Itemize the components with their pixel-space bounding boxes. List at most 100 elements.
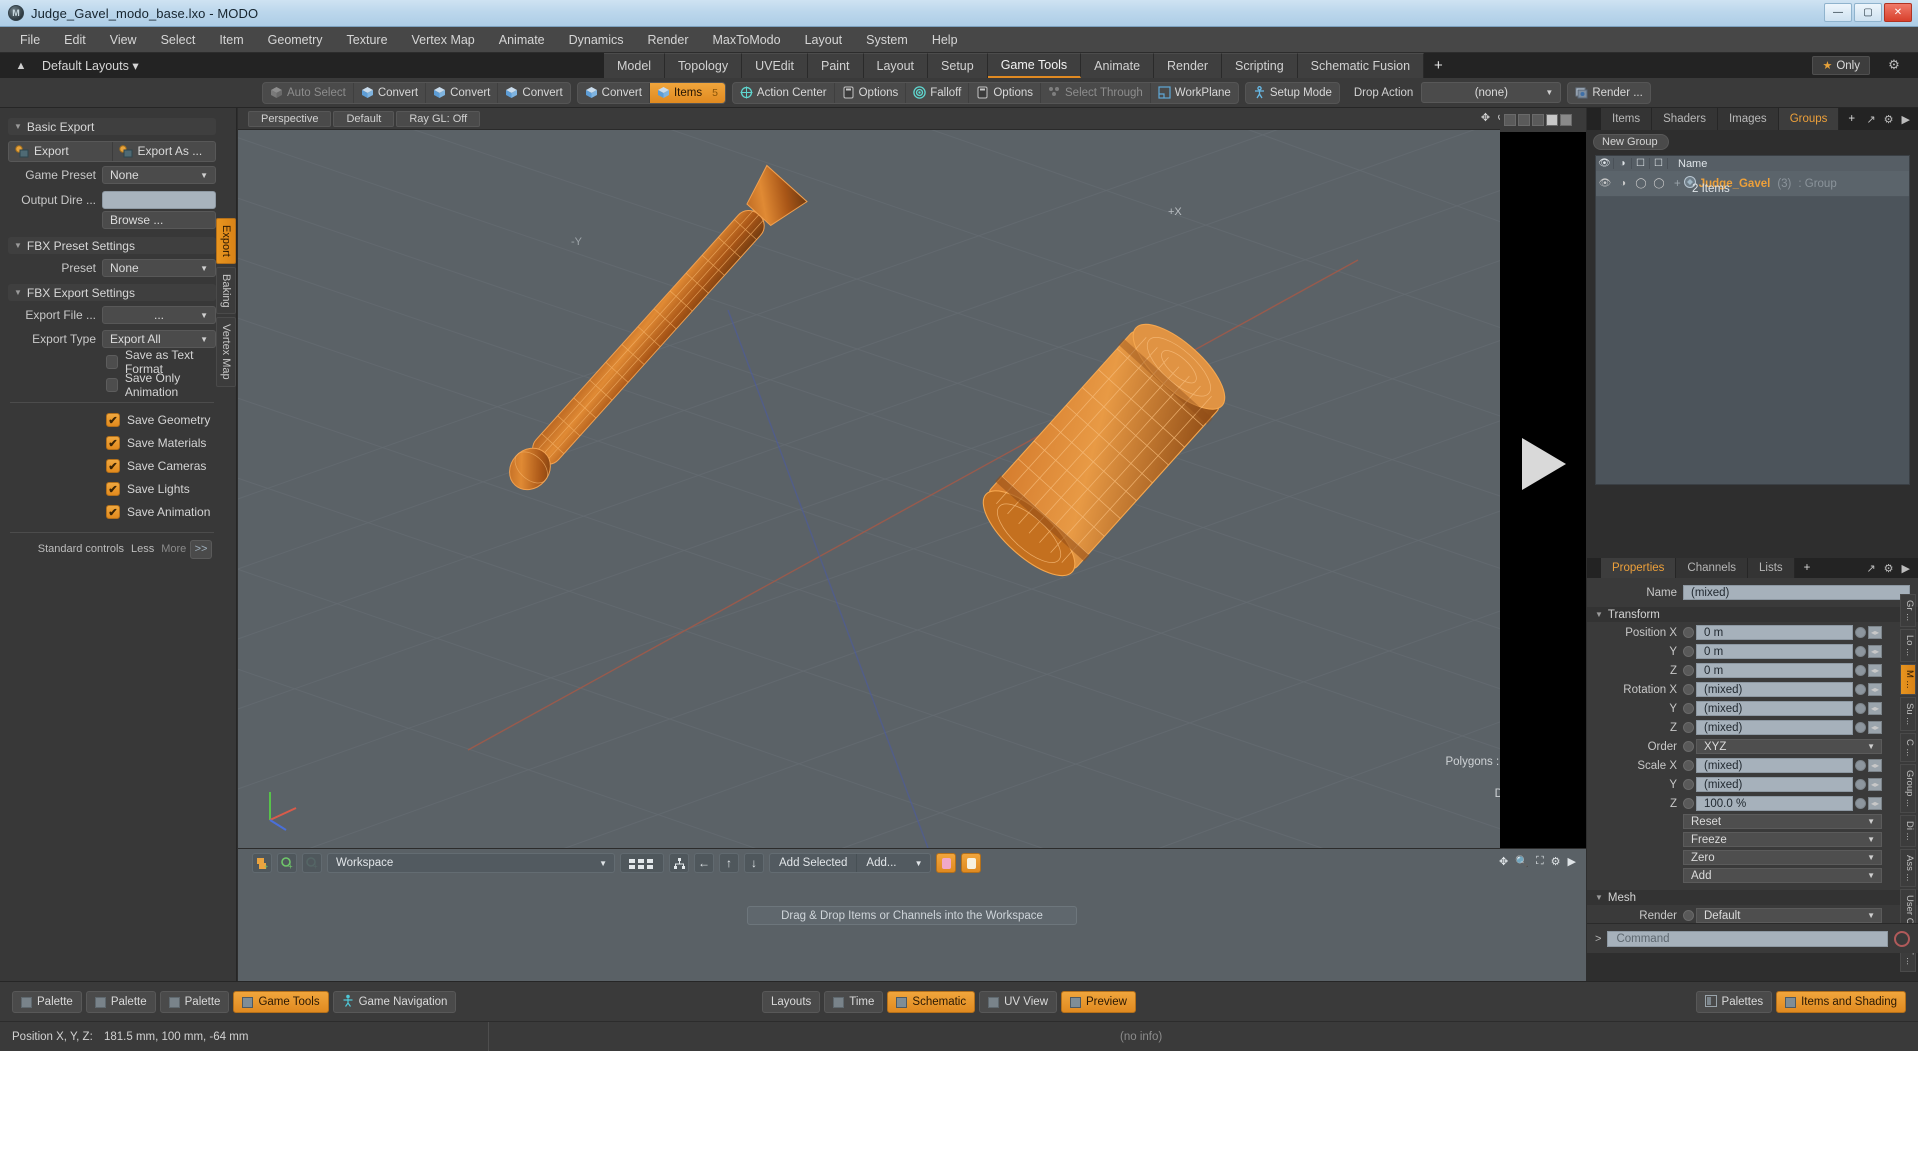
tab-shaders[interactable]: Shaders xyxy=(1652,108,1718,130)
toolbar-options-button[interactable]: Options xyxy=(969,83,1041,103)
game-preset-dropdown[interactable]: None ▼ xyxy=(102,166,216,184)
property-vtab-7[interactable]: Ass ... xyxy=(1900,849,1916,887)
tab-lists[interactable]: Lists xyxy=(1748,558,1795,578)
up-arrow-icon[interactable]: ↑ xyxy=(719,853,739,873)
browse-button[interactable]: Browse ... xyxy=(102,211,216,229)
tab-channels[interactable]: Channels xyxy=(1676,558,1748,578)
move-icon[interactable]: ✥ xyxy=(1481,111,1490,124)
bottom-button-palettes[interactable]: Palettes xyxy=(1696,991,1773,1013)
mini-dial-icon[interactable] xyxy=(1855,627,1866,638)
add-tab-button[interactable]: + xyxy=(1839,108,1864,130)
menu-item-texture[interactable]: Texture xyxy=(335,30,400,50)
gear-icon[interactable]: ⚙ xyxy=(1551,855,1561,868)
menu-item-file[interactable]: File xyxy=(8,30,52,50)
render-button[interactable]: Render ... xyxy=(1568,83,1650,103)
mini-dial-icon[interactable] xyxy=(1855,760,1866,771)
toolbar-convert-button[interactable]: Convert xyxy=(498,83,569,103)
render-icon[interactable]: ◑ xyxy=(1614,158,1632,169)
tab-model[interactable]: Model xyxy=(604,53,665,78)
3d-viewport[interactable]: PerspectiveDefaultRay GL: Off ✥ ↺ 🔍 ⛶ ⚙ … xyxy=(238,108,1586,848)
vtab-baking[interactable]: Baking xyxy=(216,267,236,315)
tab-properties[interactable]: Properties xyxy=(1601,558,1676,578)
expand-icon[interactable]: ↗ xyxy=(1866,113,1875,126)
bottom-button-game-tools[interactable]: Game Tools xyxy=(233,991,328,1013)
row-render-icon[interactable]: ◑ xyxy=(1614,178,1632,189)
channel-dot-icon[interactable] xyxy=(1683,627,1694,638)
checkbox-icon[interactable]: ✔ xyxy=(106,459,120,473)
groups-tree[interactable]: 👁 ◑ ☐ ☐ Name 👁 ◑ ◯ ◯ + Judge_Gavel (3) xyxy=(1595,155,1910,485)
checkbox-row[interactable]: Save as Text Format xyxy=(8,352,216,372)
bottom-button-palette[interactable]: Palette xyxy=(160,991,230,1013)
only-toggle[interactable]: ★ Only xyxy=(1812,56,1870,75)
property-vtab-2[interactable]: M ... xyxy=(1900,664,1916,694)
viewport-tag-ray-gl-off[interactable]: Ray GL: Off xyxy=(396,111,480,127)
fit-icon[interactable]: ⛶ xyxy=(1536,855,1544,868)
spinner-icon[interactable]: ◂▸ xyxy=(1868,721,1882,734)
preview-swatch-icon[interactable] xyxy=(1560,114,1572,126)
action-dropdown-freeze[interactable]: Freeze▼ xyxy=(1683,832,1882,847)
checkbox-icon[interactable]: ✔ xyxy=(106,413,120,427)
channel-dot-icon[interactable] xyxy=(1683,779,1694,790)
chevron-icon[interactable]: ▶ xyxy=(1902,562,1910,575)
add-tab-button[interactable]: + xyxy=(1795,558,1820,578)
new-group-button[interactable]: New Group xyxy=(1593,134,1669,150)
expand-button[interactable]: >> xyxy=(190,540,212,559)
menu-item-select[interactable]: Select xyxy=(149,30,208,50)
property-input[interactable]: 0 m xyxy=(1696,625,1853,640)
bottom-button-layouts[interactable]: Layouts xyxy=(762,991,820,1013)
checkbox-row[interactable]: Save Only Animation xyxy=(8,375,216,395)
channel-dot-icon[interactable] xyxy=(1683,798,1694,809)
action-dropdown-zero[interactable]: Zero▼ xyxy=(1683,850,1882,865)
grid-view-icon[interactable] xyxy=(620,853,664,873)
property-input[interactable]: (mixed) xyxy=(1696,682,1853,697)
minimize-button[interactable]: — xyxy=(1824,3,1852,22)
checkbox-icon[interactable]: ✔ xyxy=(106,436,120,450)
menu-item-geometry[interactable]: Geometry xyxy=(256,30,335,50)
fbx-export-header[interactable]: ▼ FBX Export Settings xyxy=(8,284,216,301)
tab-uvedit[interactable]: UVEdit xyxy=(742,53,808,78)
maximize-button[interactable]: ▢ xyxy=(1854,3,1882,22)
gear-icon[interactable]: ⚙ xyxy=(1884,113,1894,126)
channel-dot-icon[interactable] xyxy=(1683,665,1694,676)
checkbox-row[interactable]: ✔Save Geometry xyxy=(8,410,216,430)
tab-groups[interactable]: Groups xyxy=(1779,108,1840,130)
back-arrow-icon[interactable]: ← xyxy=(694,853,714,873)
channel-dot-icon[interactable] xyxy=(1683,722,1694,733)
shade-icon[interactable]: ☐ xyxy=(1632,158,1650,169)
bottom-button-palette[interactable]: Palette xyxy=(12,991,82,1013)
chevron-icon[interactable]: ▶ xyxy=(1568,855,1576,868)
eye-icon[interactable]: 👁 xyxy=(1596,158,1614,169)
expander-icon[interactable]: + xyxy=(1674,178,1681,190)
preview-swatch-icon[interactable] xyxy=(1546,114,1558,126)
property-vtab-5[interactable]: Group ... xyxy=(1900,764,1916,813)
output-dir-input[interactable] xyxy=(102,191,216,209)
tab-scripting[interactable]: Scripting xyxy=(1222,53,1298,78)
tab-layout[interactable]: Layout xyxy=(864,53,929,78)
menu-item-vertex-map[interactable]: Vertex Map xyxy=(400,30,487,50)
add-channel-icon-2[interactable]: + xyxy=(302,853,322,873)
export-file-dropdown[interactable]: ... ▼ xyxy=(102,306,216,324)
channel-dot-icon[interactable] xyxy=(1683,646,1694,657)
channel-dot-icon[interactable] xyxy=(1683,741,1694,752)
toolbar-items-button[interactable]: Items5 xyxy=(650,83,725,103)
checkbox-icon[interactable]: ✔ xyxy=(106,482,120,496)
tab-setup[interactable]: Setup xyxy=(928,53,988,78)
property-input[interactable]: (mixed) xyxy=(1696,777,1853,792)
channel-dot-icon[interactable] xyxy=(1683,703,1694,714)
toolbar-options-button[interactable]: Options xyxy=(835,83,907,103)
preview-swatch-icon[interactable] xyxy=(1532,114,1544,126)
bottom-button-palette[interactable]: Palette xyxy=(86,991,156,1013)
expand-icon[interactable]: ↗ xyxy=(1866,562,1875,575)
property-input[interactable]: 0 m xyxy=(1696,663,1853,678)
toolbar-action-center-button[interactable]: Action Center xyxy=(733,83,835,103)
toolbar-workplane-button[interactable]: WorkPlane xyxy=(1151,83,1238,103)
property-vtab-3[interactable]: Su ... xyxy=(1900,697,1916,731)
fbx-preset-header[interactable]: ▼ FBX Preset Settings xyxy=(8,237,216,254)
render-dropdown[interactable]: Default ▼ xyxy=(1696,908,1882,923)
tab-schematic-fusion[interactable]: Schematic Fusion xyxy=(1298,53,1424,78)
checkbox-row[interactable]: ✔Save Lights xyxy=(8,479,216,499)
toolbar-convert-button[interactable]: Convert xyxy=(578,83,650,103)
menu-item-item[interactable]: Item xyxy=(207,30,255,50)
spinner-icon[interactable]: ◂▸ xyxy=(1868,664,1882,677)
bottom-button-game-navigation[interactable]: Game Navigation xyxy=(333,991,457,1013)
